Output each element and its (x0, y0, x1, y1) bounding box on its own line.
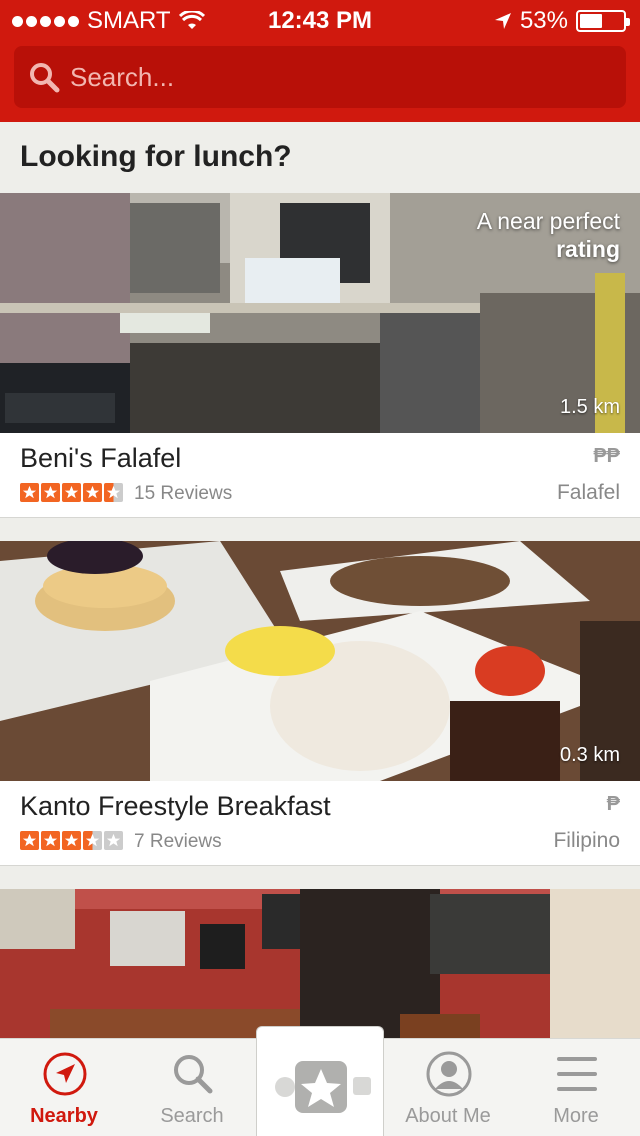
distance-label: 0.3 km (559, 744, 620, 766)
rating-star-icon (104, 831, 123, 850)
search-input[interactable]: Search... (14, 46, 626, 108)
battery-icon (576, 10, 630, 32)
menu-icon (557, 1057, 597, 1091)
rating-star-icon (62, 483, 81, 502)
star-icon (275, 1061, 371, 1113)
location-arrow-icon (494, 13, 511, 29)
restaurant-name[interactable]: Kanto Freestyle Breakfast (20, 791, 331, 822)
rating-highlight-badge: A near perfect rating (476, 208, 620, 262)
price-level: ₱ (606, 793, 620, 815)
cuisine-category: Filipino (553, 829, 620, 852)
tab-label: Search (160, 1105, 224, 1127)
tab-label: About Me (405, 1105, 491, 1127)
restaurant-photo[interactable]: 0.3 km (0, 541, 640, 781)
star-rating (20, 483, 123, 502)
app-header: SMART 12:43 PM 53% Search... (0, 0, 640, 122)
cuisine-category: Falafel (556, 481, 620, 504)
star-rating (20, 831, 123, 850)
search-placeholder: Search... (70, 61, 175, 92)
restaurant-card[interactable]: 0.3 km Kanto Freestyle Breakfast 7 Revie… (0, 541, 640, 866)
rating-star-icon (41, 831, 60, 850)
rating-star-icon (104, 483, 123, 502)
restaurant-card[interactable]: A near perfect rating 1.5 km Beni's Fala… (0, 193, 640, 518)
rating-star-icon (20, 483, 39, 502)
battery-percent: 53% (519, 7, 568, 34)
distance-label: 1.5 km (559, 396, 620, 418)
tab-more[interactable]: More (512, 1039, 640, 1136)
price-level: ₱₱ (593, 445, 620, 467)
search-icon (30, 63, 60, 93)
rating-star-icon (62, 831, 81, 850)
search-icon (174, 1055, 213, 1094)
rating-star-icon (83, 483, 102, 502)
tab-label: Nearby (30, 1105, 98, 1127)
restaurant-card[interactable] (0, 889, 640, 1049)
status-bar: SMART 12:43 PM 53% (0, 0, 640, 40)
review-count[interactable]: 7 Reviews (134, 831, 222, 853)
restaurant-name[interactable]: Beni's Falafel (20, 443, 181, 474)
profile-icon (426, 1051, 472, 1097)
review-count[interactable]: 15 Reviews (134, 483, 232, 505)
tab-check-in[interactable] (256, 1026, 384, 1136)
rating-star-icon (83, 831, 102, 850)
tab-nearby[interactable]: Nearby (0, 1039, 128, 1136)
restaurant-photo[interactable] (0, 889, 640, 1049)
rating-star-icon (41, 483, 60, 502)
tab-label: More (553, 1105, 599, 1127)
navigation-arrow-icon (43, 1052, 87, 1096)
restaurant-photo[interactable]: A near perfect rating 1.5 km (0, 193, 640, 433)
tab-search[interactable]: Search (128, 1039, 256, 1136)
section-title: Looking for lunch? (20, 140, 292, 173)
tab-about-me[interactable]: About Me (384, 1039, 512, 1136)
rating-star-icon (20, 831, 39, 850)
